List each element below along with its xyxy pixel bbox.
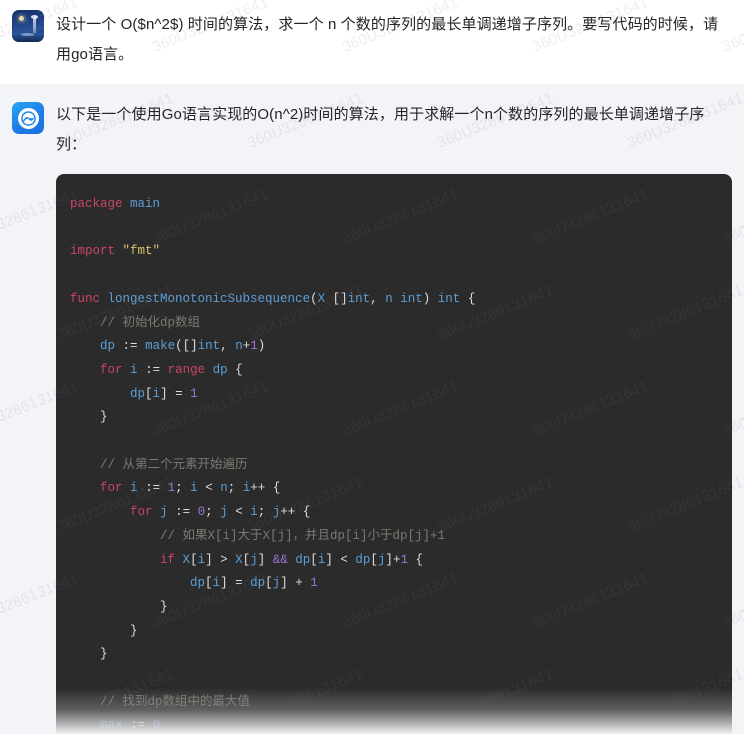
assistant-emblem-icon <box>17 107 39 129</box>
assistant-logo-avatar[interactable] <box>12 102 44 134</box>
user-message-text: 设计一个 O($n^2$) 时间的算法，求一个 n 个数的序列的最长单调递增子序… <box>56 16 719 63</box>
moon-icon <box>19 16 24 21</box>
code-block-container: package main import "fmt" func longestMo… <box>56 174 732 734</box>
user-message-bubble: 设计一个 O($n^2$) 时间的算法，求一个 n 个数的序列的最长单调递增子序… <box>44 8 736 70</box>
conversation-thread: 设计一个 O($n^2$) 时间的算法，求一个 n 个数的序列的最长单调递增子序… <box>0 0 744 734</box>
message-user: 设计一个 O($n^2$) 时间的算法，求一个 n 个数的序列的最长单调递增子序… <box>0 0 744 84</box>
code-content: package main import "fmt" func longestMo… <box>70 197 476 733</box>
message-assistant: 以下是一个使用Go语言实现的O(n^2)时间的算法，用于求解一个n个数的序列的最… <box>0 84 744 734</box>
night-sky-photo-avatar[interactable] <box>12 10 44 42</box>
tower-icon <box>31 15 38 34</box>
code-block[interactable]: package main import "fmt" func longestMo… <box>56 174 732 734</box>
assistant-message-bubble: 以下是一个使用Go语言实现的O(n^2)时间的算法，用于求解一个n个数的序列的最… <box>44 100 736 734</box>
glow-shape <box>21 33 34 36</box>
assistant-message-text: 以下是一个使用Go语言实现的O(n^2)时间的算法，用于求解一个n个数的序列的最… <box>56 106 705 153</box>
